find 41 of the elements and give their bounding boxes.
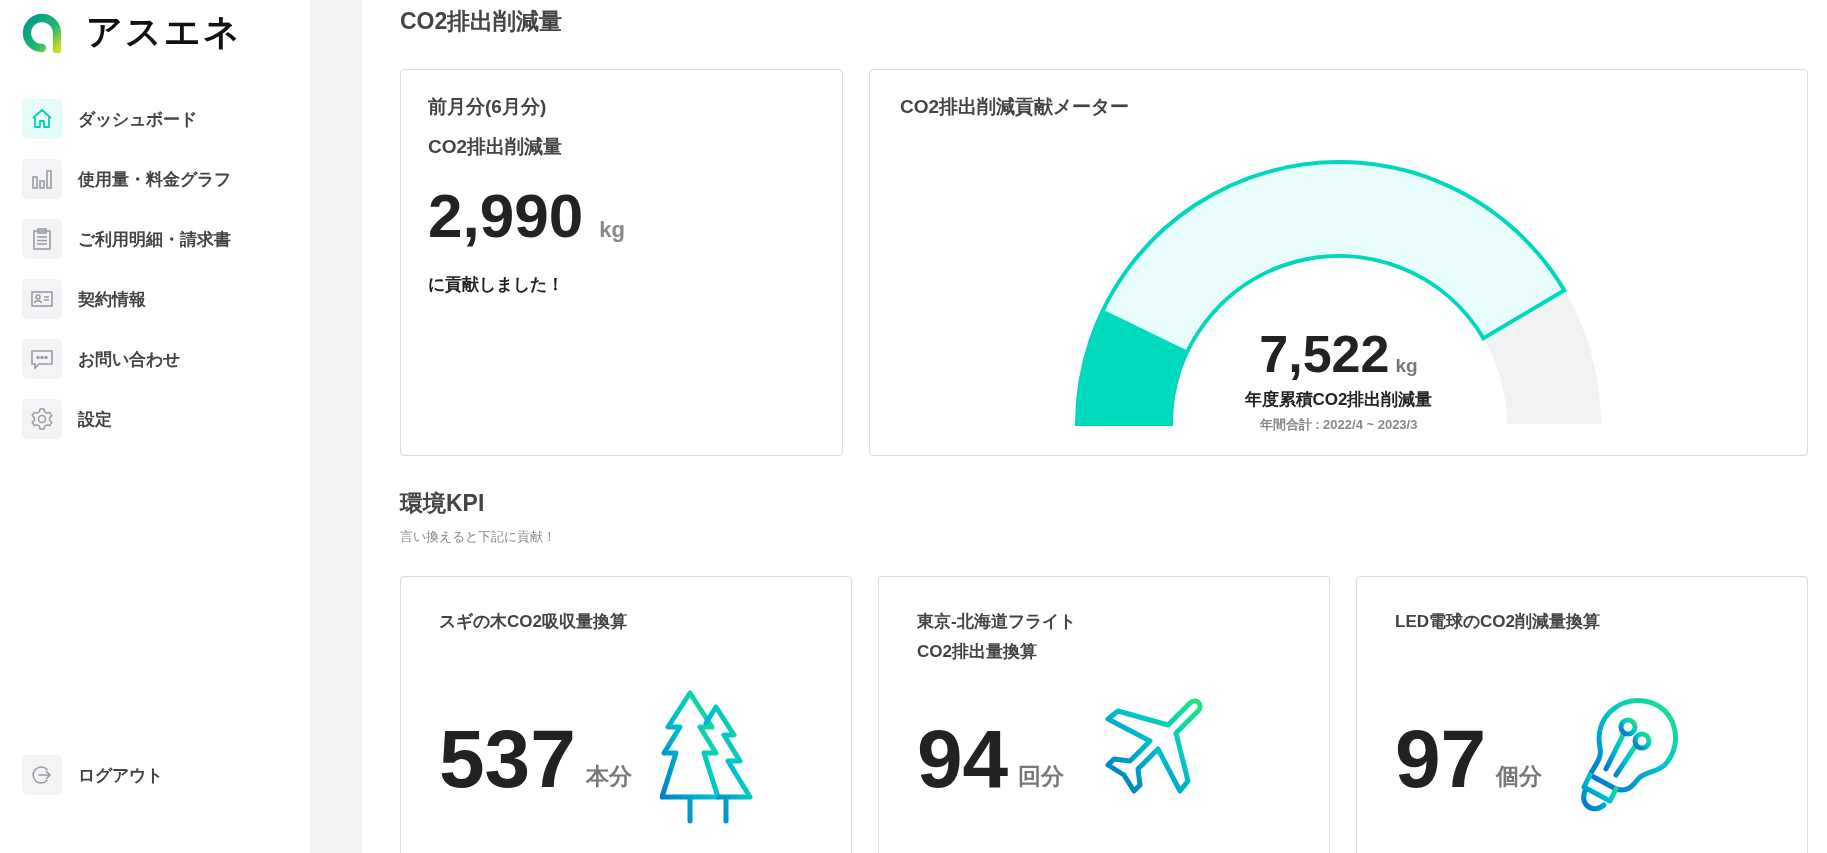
card-title: CO2排出量換算 [917, 641, 1038, 663]
airplane-icon [1105, 698, 1203, 794]
card-title: 前月分(6月分) [428, 95, 548, 119]
cumulative-value: 7,522 [1259, 324, 1390, 384]
section-title: 環境KPI [400, 489, 486, 518]
meter-label: 年度累積CO2排出削減量 [1244, 389, 1433, 411]
light-bulb-icon [1581, 698, 1679, 812]
trees-icon [659, 690, 753, 824]
reduction-value: 2,990 [428, 180, 584, 251]
unit-label: 回分 [1018, 761, 1065, 791]
kpi-value: 94 [917, 712, 1009, 806]
card-title: スギの木CO2吸収量換算 [439, 611, 628, 633]
nav-item[interactable]: ダッシュボード [22, 99, 262, 139]
unit-label: kg [599, 217, 625, 243]
logo-text: アスエネ [86, 10, 242, 54]
nav-item[interactable]: ご利用明細・請求書 [22, 219, 262, 259]
nav-item[interactable]: 契約情報 [22, 279, 262, 319]
card-title: CO2排出削減量 [428, 135, 564, 159]
kpi-value: 537 [439, 712, 576, 806]
logout-icon [30, 763, 54, 787]
nav-item[interactable]: 使用量・料金グラフ [22, 159, 262, 199]
logo-icon [22, 12, 62, 53]
contribution-note: に貢献しました！ [428, 274, 565, 296]
unit-label: 個分 [1496, 761, 1543, 791]
home-icon [30, 107, 54, 131]
card-title: 東京-北海道フライト [917, 611, 1077, 633]
card-title: LED電球のCO2削減量換算 [1395, 611, 1601, 633]
kpi-value: 97 [1395, 712, 1487, 806]
card-title: CO2排出削減貢献メーター [900, 95, 1131, 119]
section-title: CO2排出削減量 [400, 7, 564, 36]
logout-button[interactable]: ログアウト [22, 755, 262, 795]
unit-label: 本分 [585, 761, 632, 791]
settings-icon [30, 407, 54, 431]
nav-item[interactable]: 設定 [22, 399, 262, 439]
clipboard-icon [30, 227, 54, 251]
period-label: 年間合計 : 2022/4 ~ 2023/3 [1259, 416, 1418, 434]
chat-icon [30, 347, 54, 371]
nav-item[interactable]: お問い合わせ [22, 339, 262, 379]
unit-label: kg [1395, 355, 1418, 377]
section-subtitle: 言い換えると下記に貢献！ [400, 528, 557, 546]
bar-chart-icon [30, 167, 54, 191]
